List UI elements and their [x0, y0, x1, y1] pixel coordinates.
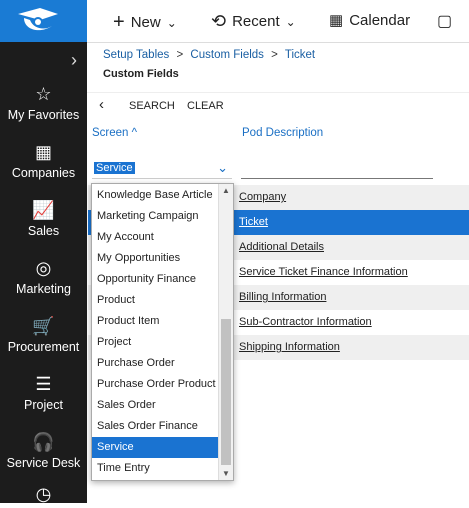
dropdown-option[interactable]: Sales Order Finance [92, 416, 222, 437]
breadcrumb: Setup Tables > Custom Fields > Ticket [103, 49, 315, 61]
calendar-icon: ▦ [329, 12, 344, 29]
chevron-right-icon: › [71, 50, 77, 70]
sidebar-item-sales[interactable]: 📈 Sales [0, 198, 87, 238]
breadcrumb-separator: > [271, 49, 278, 61]
back-icon[interactable]: ‹ [99, 96, 104, 113]
chart-icon: 📈 [32, 200, 55, 220]
plus-icon: + [113, 11, 125, 33]
clock-icon: ◷ [35, 484, 52, 504]
app-logo[interactable] [0, 0, 87, 42]
sort-asc-icon: ^ [131, 127, 138, 139]
sidebar-item-marketing[interactable]: ◎ Marketing [0, 256, 87, 296]
pod-description-cell[interactable]: Ticket [239, 216, 268, 228]
history-icon: ⟲ [211, 11, 227, 31]
search-toolbar: ‹ SEARCH CLEAR [87, 92, 469, 121]
project-icon: ☰ [35, 374, 52, 394]
sidebar-item-label: Companies [11, 166, 76, 180]
dropdown-option[interactable]: Project [92, 332, 222, 353]
screen-dropdown-list[interactable]: Knowledge Base Article Marketing Campaig… [91, 183, 234, 481]
target-icon: ◎ [35, 258, 52, 278]
building-icon: ▦ [34, 142, 52, 162]
pod-description-cell[interactable]: Service Ticket Finance Information [239, 266, 408, 278]
sidebar-item-project[interactable]: ☰ Project [0, 372, 87, 412]
breadcrumb-setup-tables[interactable]: Setup Tables [103, 49, 169, 61]
column-header-screen[interactable]: Screen ^ [92, 127, 137, 139]
recent-menu-button[interactable]: ⟲ Recent ⌄ [211, 11, 296, 32]
sidebar-item-my-favorites[interactable]: ☆ My Favorites [0, 82, 87, 122]
pod-description-cell[interactable]: Shipping Information [239, 341, 340, 353]
sidebar-item-label: Procurement [7, 340, 80, 354]
star-icon: ☆ [35, 84, 52, 104]
dropdown-option-selected[interactable]: Service [92, 437, 222, 458]
sidebar-item-label: Service Desk [6, 456, 81, 470]
dropdown-option[interactable]: My Account [92, 227, 222, 248]
cart-icon: 🛒 [32, 316, 55, 336]
chevron-down-icon: ⌄ [166, 15, 177, 30]
dropdown-option[interactable]: Product [92, 290, 222, 311]
pod-description-cell[interactable]: Billing Information [239, 291, 326, 303]
logo-icon [18, 8, 58, 31]
sidebar-item-label: Sales [27, 224, 60, 238]
sidebar-item-service-desk[interactable]: 🎧 Service Desk [0, 430, 87, 470]
top-bar: + New ⌄ ⟲ Recent ⌄ ▦ Calendar ▢ [87, 0, 469, 43]
clear-button[interactable]: CLEAR [187, 100, 224, 112]
sidebar-item-label: My Favorites [7, 108, 80, 122]
column-header-pod-description[interactable]: Pod Description [242, 127, 323, 139]
collapse-sidebar-button[interactable]: › [0, 42, 87, 78]
sidebar-item-label: Project [24, 398, 63, 412]
pod-description-cell[interactable]: Additional Details [239, 241, 324, 253]
breadcrumb-ticket[interactable]: Ticket [285, 49, 315, 61]
sidebar: › ☆ My Favorites ▦ Companies 📈 Sales ◎ M… [0, 0, 87, 504]
page-title: Custom Fields [103, 68, 179, 80]
dropdown-option[interactable]: Knowledge Base Article [92, 185, 222, 206]
dropdown-option[interactable]: My Opportunities [92, 248, 222, 269]
new-menu-button[interactable]: + New ⌄ [113, 11, 177, 34]
dropdown-option[interactable]: Purchase Order Product [92, 374, 222, 395]
pod-description-filter-input[interactable] [241, 160, 433, 179]
dropdown-option[interactable]: Product Item [92, 311, 222, 332]
screen-filter-select[interactable]: Service ⌄ [92, 160, 232, 179]
dropdown-scrollbar[interactable]: ▲ ▼ [218, 184, 233, 480]
sidebar-item-more[interactable]: ◷ [0, 482, 87, 508]
dropdown-option[interactable]: Opportunity Finance [92, 269, 222, 290]
dropdown-option[interactable]: Sales Order [92, 395, 222, 416]
chevron-down-icon: ⌄ [217, 160, 228, 175]
breadcrumb-separator: > [176, 49, 184, 61]
dropdown-option[interactable]: Time Entry [92, 458, 222, 479]
headset-icon: 🎧 [32, 432, 55, 452]
sidebar-item-companies[interactable]: ▦ Companies [0, 140, 87, 180]
sidebar-item-procurement[interactable]: 🛒 Procurement [0, 314, 87, 354]
calendar-button[interactable]: ▦ Calendar [329, 11, 410, 30]
pod-description-cell[interactable]: Company [239, 191, 286, 203]
pod-description-cell[interactable]: Sub-Contractor Information [239, 316, 372, 328]
dropdown-option[interactable]: Purchase Order [92, 353, 222, 374]
scrollbar-thumb[interactable] [221, 319, 231, 465]
chat-icon: ▢ [437, 13, 453, 30]
chat-button[interactable]: ▢ [437, 11, 452, 31]
chevron-down-icon: ⌄ [285, 14, 296, 29]
dropdown-option[interactable]: Marketing Campaign [92, 206, 222, 227]
scroll-up-icon[interactable]: ▲ [222, 186, 230, 195]
scroll-down-icon[interactable]: ▼ [222, 469, 230, 478]
search-button[interactable]: SEARCH [129, 100, 175, 112]
breadcrumb-custom-fields[interactable]: Custom Fields [190, 49, 264, 61]
screen-filter-value: Service [94, 162, 135, 174]
sidebar-item-label: Marketing [16, 282, 71, 296]
